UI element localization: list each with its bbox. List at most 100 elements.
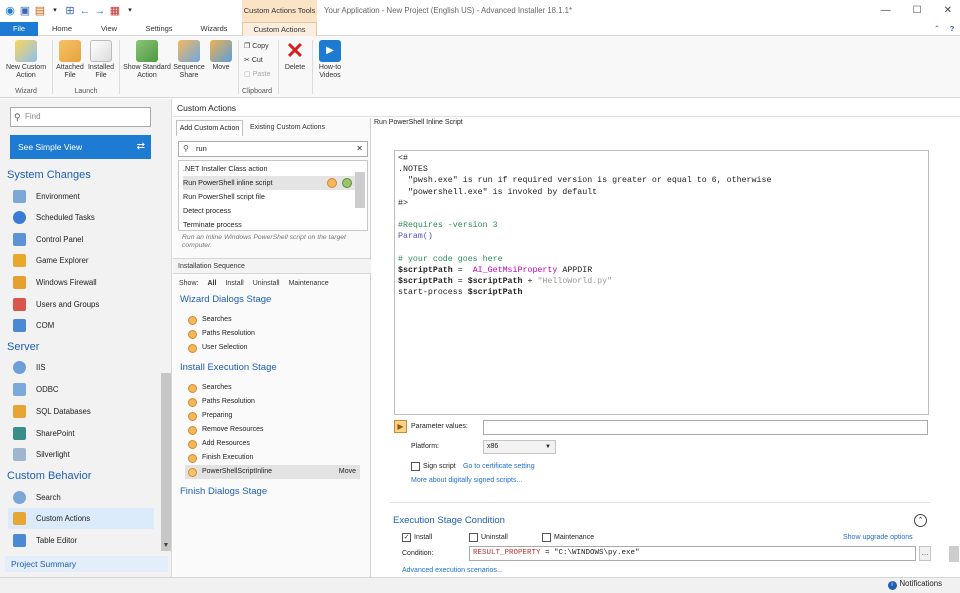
install-execution-stage[interactable]: Install Execution Stage [180, 362, 277, 373]
sequence-step[interactable]: Searches [185, 313, 360, 327]
list-item-selected[interactable]: Run PowerShell inline script [183, 176, 355, 190]
new-custom-action-button[interactable]: New Custom Action [4, 40, 48, 80]
uninstall-checkbox[interactable] [469, 533, 478, 542]
move-step-button[interactable]: Move [339, 465, 356, 479]
back-icon[interactable]: ← [79, 4, 91, 18]
customize-icon[interactable]: ▾ [124, 4, 136, 18]
filter-maintenance[interactable]: Maintenance [289, 280, 329, 287]
minimize-icon[interactable]: — [881, 0, 891, 22]
sidebar-item-scheduled-tasks[interactable]: Scheduled Tasks [8, 207, 154, 228]
script-editor[interactable]: <# .NOTES "pwsh.exe" is run if required v… [394, 150, 929, 415]
section-system-changes: System Changes [7, 169, 91, 181]
condition-input[interactable]: RESULT_PROPERTY = "C:\WINDOWS\py.exe" [469, 546, 916, 561]
attached-file-button[interactable]: Attached File [55, 40, 85, 80]
collapse-ribbon-icon[interactable]: ⌃ [931, 22, 943, 36]
filter-install[interactable]: Install [225, 280, 243, 287]
sidebar-item-table-editor[interactable]: Table Editor [8, 530, 154, 551]
sidebar-item-environment[interactable]: Environment [8, 186, 154, 207]
code-token: "pwsh.exe" is run if required version is… [398, 176, 772, 186]
forward-icon[interactable]: → [94, 4, 106, 18]
show-standard-action-button[interactable]: Show Standard Action [122, 40, 172, 80]
delete-button[interactable]: ✕ Delete [282, 40, 308, 72]
sequence-step[interactable]: Paths Resolution [185, 395, 360, 409]
sequence-step[interactable]: Searches [185, 381, 360, 395]
maximize-icon[interactable]: ☐ [913, 0, 922, 22]
tab-settings[interactable]: Settings [140, 22, 178, 36]
finish-dialogs-stage[interactable]: Finish Dialogs Stage [180, 486, 267, 497]
cut-button[interactable]: ✂ Cut [244, 56, 263, 66]
list-scrollbar[interactable] [355, 172, 365, 208]
custom-action-search-input[interactable]: ⚲ run ✕ [178, 141, 368, 157]
sidebar-item-iis[interactable]: IIS [8, 357, 154, 378]
help-icon[interactable]: ? [946, 22, 958, 36]
save-icon[interactable]: ▣ [19, 4, 31, 18]
sidebar-scrollbar[interactable] [161, 373, 171, 551]
filter-uninstall[interactable]: Uninstall [253, 280, 280, 287]
condition-editor-button[interactable]: … [919, 546, 931, 561]
sidebar-item-odbc[interactable]: ODBC [8, 379, 154, 400]
upgrade-options-link[interactable]: Show upgrade options [843, 534, 913, 541]
sequence-step[interactable]: User Selection [185, 341, 360, 355]
add-action-icon[interactable] [342, 178, 352, 188]
run-icon[interactable]: ⊞ [64, 4, 76, 18]
sidebar-item-silverlight[interactable]: Silverlight [8, 444, 154, 465]
sidebar-item-game-explorer[interactable]: Game Explorer [8, 250, 154, 271]
project-summary-link[interactable]: Project Summary [5, 556, 168, 572]
filter-all[interactable]: All [207, 280, 216, 287]
platform-select[interactable]: x86 ▼ [483, 440, 556, 454]
tab-custom-actions[interactable]: Custom Actions [242, 22, 317, 36]
scroll-down-icon[interactable]: ▼ [161, 541, 171, 551]
sequence-step[interactable]: Add Resources [185, 437, 360, 451]
see-simple-view-button[interactable]: See Simple View ⇄ [10, 135, 151, 159]
parameter-values-input[interactable] [483, 420, 928, 435]
sidebar-item-sql-databases[interactable]: SQL Databases [8, 401, 154, 422]
advanced-scenarios-link[interactable]: Advanced execution scenarios... [402, 567, 503, 574]
tab-wizards[interactable]: Wizards [194, 22, 234, 36]
signed-scripts-link[interactable]: More about digitally signed scripts... [411, 477, 522, 484]
parameter-expand-icon[interactable]: ▶ [394, 420, 407, 433]
list-item[interactable]: Detect process [183, 204, 355, 218]
notifications-button[interactable]: i Notifications [887, 579, 942, 590]
maintenance-checkbox[interactable] [542, 533, 551, 542]
add-sequence-icon[interactable] [327, 178, 337, 188]
how-to-videos-button[interactable]: ▶ How-to Videos [316, 40, 344, 80]
collapse-icon[interactable]: ⌃ [914, 514, 927, 527]
certificate-setting-link[interactable]: Go to certificate setting [463, 463, 535, 470]
sidebar-item-windows-firewall[interactable]: Windows Firewall [8, 272, 154, 293]
wizard-dialogs-stage[interactable]: Wizard Dialogs Stage [180, 294, 271, 305]
sequence-step[interactable]: Remove Resources [185, 423, 360, 437]
tab-add-custom-action[interactable]: Add Custom Action [176, 120, 243, 136]
sidebar-item-com[interactable]: COM [8, 315, 154, 336]
copy-button[interactable]: ❐ Copy [244, 42, 269, 52]
list-item[interactable]: .NET Installer Class action [183, 162, 355, 176]
sidebar-item-users-and-groups[interactable]: Users and Groups [8, 294, 154, 315]
tab-file[interactable]: File [0, 22, 38, 36]
list-item[interactable]: Terminate process [183, 218, 355, 232]
package-icon[interactable]: ▦ [109, 4, 121, 18]
sequence-share-button[interactable]: Sequence Share [172, 40, 206, 80]
sequence-step-selected[interactable]: PowerShellScriptInline Move [185, 465, 360, 479]
sidebar-item-sharepoint[interactable]: SharePoint [8, 423, 154, 444]
sign-script-checkbox[interactable] [411, 462, 420, 471]
panel-scrollbar[interactable] [949, 546, 959, 562]
find-input[interactable]: ⚲ Find [10, 107, 151, 127]
tab-view[interactable]: View [92, 22, 126, 36]
sequence-filter-row: Show: All Install Uninstall Maintenance [179, 280, 329, 287]
installed-file-button[interactable]: Installed File [86, 40, 116, 80]
sidebar-item-control-panel[interactable]: Control Panel [8, 229, 154, 250]
dropdown-icon[interactable]: ▾ [49, 4, 61, 18]
sequence-step[interactable]: Finish Execution [185, 451, 360, 465]
clear-search-icon[interactable]: ✕ [356, 142, 363, 156]
sequence-step[interactable]: Preparing [185, 409, 360, 423]
list-item[interactable]: Run PowerShell script file [183, 190, 355, 204]
sidebar-item-custom-actions[interactable]: Custom Actions [8, 508, 154, 529]
tab-existing-custom-actions[interactable]: Existing Custom Actions [245, 120, 330, 136]
close-icon[interactable]: ✕ [944, 0, 952, 22]
paste-button[interactable]: ▢ Paste [244, 70, 270, 80]
install-checkbox[interactable]: ✓ [402, 533, 411, 542]
tab-home[interactable]: Home [44, 22, 80, 36]
move-button[interactable]: Move [207, 40, 235, 72]
sequence-step[interactable]: Paths Resolution [185, 327, 360, 341]
build-icon[interactable]: ▤ [34, 4, 46, 18]
sidebar-item-search[interactable]: Search [8, 487, 154, 508]
